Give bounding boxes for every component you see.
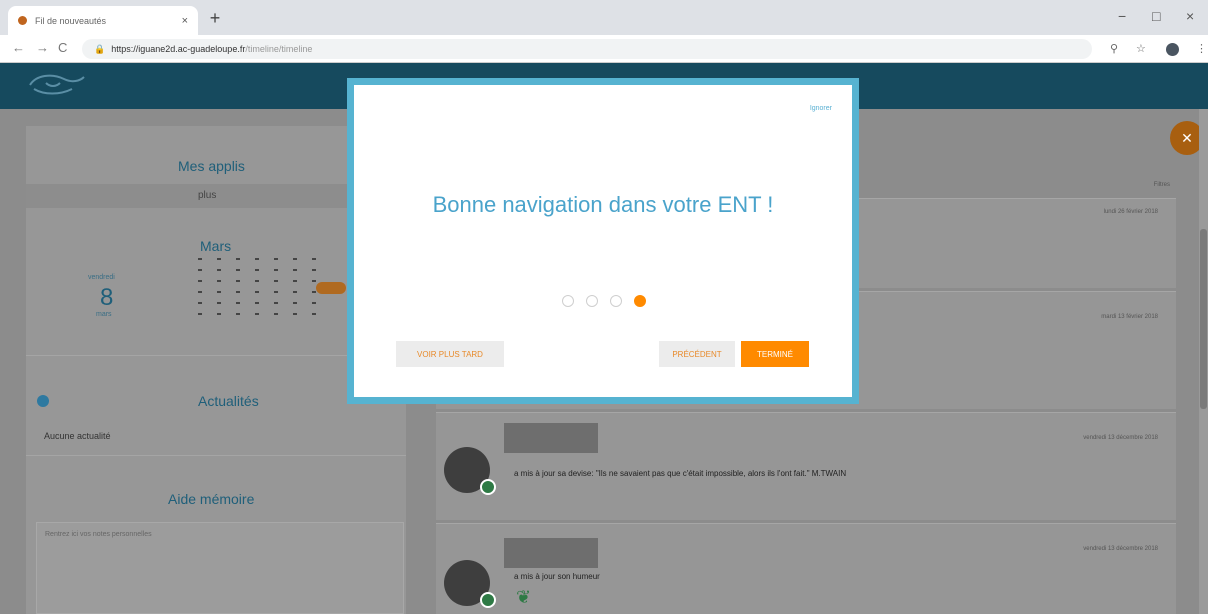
- browser-tab-bar: Fil de nouveautés × + − □ ×: [0, 0, 1208, 35]
- step-indicator: [562, 295, 646, 307]
- back-icon[interactable]: ←: [12, 40, 25, 55]
- tab-title: Fil de nouveautés: [35, 15, 107, 26]
- apps-title: Mes applis: [178, 158, 245, 174]
- favicon-icon: [18, 16, 27, 25]
- feed-date: vendredi 13 décembre 2018: [1083, 435, 1158, 441]
- feed-date: mardi 13 février 2018: [1101, 314, 1158, 320]
- address-bar: ← → C 🔒 https://iguane2d.ac-guadeloupe.f…: [0, 35, 1208, 63]
- onboarding-modal: Ignorer Bonne navigation dans votre ENT …: [354, 85, 852, 397]
- news-empty-text: Aucune actualité: [44, 431, 111, 441]
- feed-filter-label[interactable]: Filtres: [1154, 182, 1170, 188]
- leaf-mood-icon: ❦: [516, 587, 532, 607]
- step-dot[interactable]: [610, 295, 622, 307]
- feed-author-placeholder[interactable]: [504, 538, 598, 568]
- reload-icon[interactable]: C: [58, 40, 67, 55]
- status-badge-icon: [480, 479, 496, 495]
- news-title: Actualités: [198, 393, 259, 409]
- url-input[interactable]: 🔒 https://iguane2d.ac-guadeloupe.fr/time…: [82, 39, 1092, 59]
- calendar-day-month: mars: [96, 311, 112, 318]
- url-path: /timeline/timeline: [245, 44, 313, 54]
- feed-item: vendredi 13 décembre 2018 a mis à jour s…: [436, 523, 1176, 614]
- scrollbar-thumb[interactable]: [1200, 229, 1207, 409]
- maximize-icon[interactable]: □: [1152, 8, 1160, 24]
- previous-button[interactable]: PRÉCÉDENT: [659, 341, 735, 367]
- status-badge-icon: [480, 592, 496, 608]
- step-dot-active[interactable]: [634, 295, 646, 307]
- ent-logo-icon[interactable]: [26, 71, 88, 101]
- bookmark-star-icon[interactable]: ☆: [1136, 42, 1146, 55]
- apps-more-label: plus: [198, 190, 217, 201]
- done-button[interactable]: TERMINÉ: [741, 341, 809, 367]
- skip-link[interactable]: Ignorer: [810, 105, 832, 112]
- onboarding-modal-frame: Ignorer Bonne navigation dans votre ENT …: [347, 78, 859, 404]
- url-domain: https://iguane2d.ac-guadeloupe.fr: [111, 44, 246, 54]
- calendar-grid[interactable]: [198, 254, 316, 320]
- feed-item: vendredi 13 décembre 2018 a mis à jour s…: [436, 412, 1176, 520]
- memo-placeholder: Rentrez ici vos notes personnelles: [45, 531, 152, 538]
- memo-title: Aide mémoire: [168, 491, 255, 507]
- feed-text: a mis à jour sa devise: "Ils ne savaient…: [514, 469, 847, 478]
- tab-close-icon[interactable]: ×: [182, 15, 188, 27]
- forward-icon[interactable]: →: [36, 40, 49, 55]
- browser-tab[interactable]: Fil de nouveautés ×: [8, 6, 198, 35]
- step-dot[interactable]: [586, 295, 598, 307]
- menu-kebab-icon[interactable]: ⋮: [1196, 42, 1207, 55]
- translate-icon[interactable]: ⚲: [1110, 42, 1118, 55]
- new-tab-button[interactable]: +: [204, 7, 226, 29]
- divider: [26, 455, 406, 456]
- feed-date: lundi 26 février 2018: [1103, 209, 1158, 215]
- settings-gear-icon[interactable]: [37, 395, 49, 407]
- feed-date: vendredi 13 décembre 2018: [1083, 546, 1158, 552]
- profile-avatar[interactable]: [1166, 43, 1179, 56]
- close-window-icon[interactable]: ×: [1186, 8, 1194, 24]
- lock-icon: 🔒: [94, 43, 106, 54]
- minimize-icon[interactable]: −: [1118, 8, 1126, 24]
- calendar-title: Mars: [200, 238, 232, 254]
- feed-text: a mis à jour son humeur: [514, 572, 600, 581]
- modal-title: Bonne navigation dans votre ENT !: [432, 192, 774, 217]
- calendar-day-number: 8: [100, 284, 114, 311]
- memo-textarea[interactable]: Rentrez ici vos notes personnelles: [36, 522, 404, 614]
- see-later-button[interactable]: VOIR PLUS TARD: [396, 341, 504, 367]
- calendar-day-name: vendredi: [88, 274, 115, 281]
- step-dot[interactable]: [562, 295, 574, 307]
- calendar-today-marker[interactable]: [316, 282, 346, 294]
- feed-author-placeholder[interactable]: [504, 423, 598, 453]
